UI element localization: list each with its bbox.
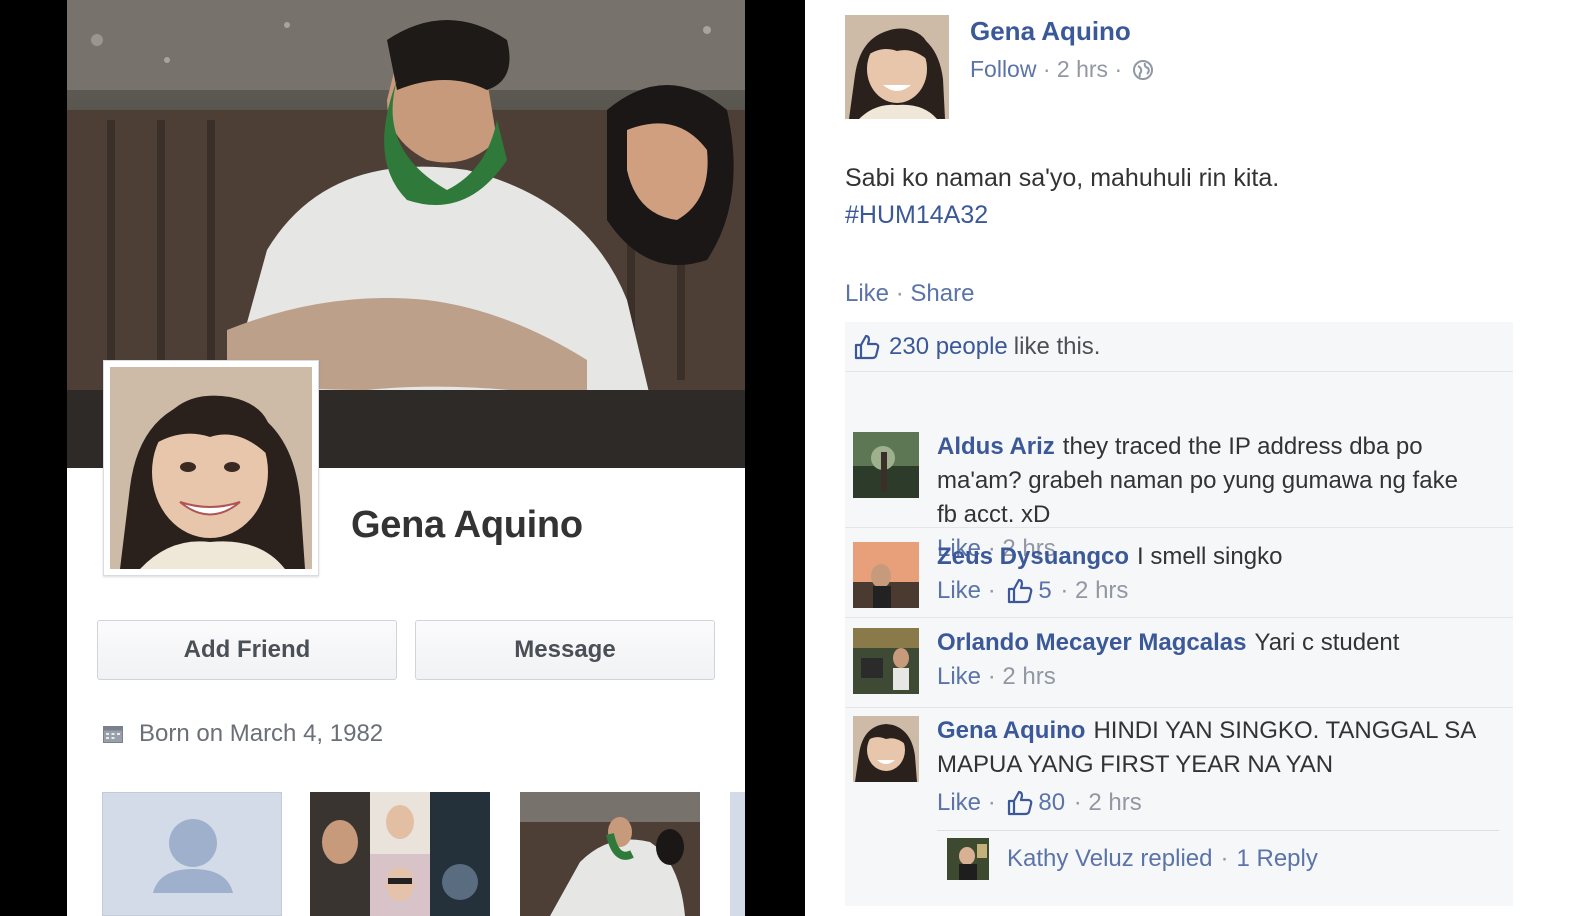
comment-text: I smell singko: [1137, 543, 1283, 570]
comment-timestamp[interactable]: 2 hrs: [1002, 660, 1055, 694]
post-actions: Like · Share: [845, 280, 974, 308]
photo-thumbnail-placeholder[interactable]: [102, 792, 282, 916]
footer-separator: ·: [1067, 789, 1089, 816]
comment-footer: Like · 80 · 2 hrs: [937, 786, 1483, 820]
footer-separator: ·: [981, 663, 1003, 690]
profile-picture[interactable]: [103, 360, 319, 576]
commenter-avatar[interactable]: [853, 542, 919, 608]
comment-footer: Like · 2 hrs: [937, 660, 1483, 694]
comment-like-link[interactable]: Like: [937, 574, 981, 608]
commenter-name[interactable]: Zeus Dysuangco: [937, 543, 1129, 570]
comment-like-link[interactable]: Like: [937, 786, 981, 820]
post-body: Sabi ko naman sa'yo, mahuhuli rin kita. …: [845, 160, 1279, 234]
comment-footer: Like · 5 · 2 hrs: [937, 574, 1483, 608]
comment-text: Yari c student: [1254, 629, 1400, 656]
thumbs-up-icon: [1008, 578, 1033, 604]
birthday-text: Born on March 4, 1982: [139, 720, 384, 747]
hashtag-link[interactable]: #HUM14A32: [845, 197, 1279, 234]
profile-name: Gena Aquino: [351, 504, 583, 546]
person-silhouette-icon: [153, 819, 233, 893]
birthday-info: Born on March 4, 1982: [103, 720, 383, 748]
commenter-avatar[interactable]: [853, 628, 919, 694]
globe-icon[interactable]: [1132, 59, 1154, 81]
comment-item: Gena Aquino HINDI YAN SINGKO. TANGGAL SA …: [845, 708, 1513, 906]
thumbs-up-icon: [1008, 790, 1033, 816]
post-timestamp[interactable]: 2 hrs: [1057, 56, 1108, 83]
photo-thumbnail-partial[interactable]: [730, 792, 745, 916]
thumbs-up-icon: [854, 334, 880, 359]
comment-timestamp[interactable]: 2 hrs: [1075, 574, 1128, 608]
likes-suffix: like this.: [1013, 332, 1101, 360]
footer-separator: ·: [981, 577, 1003, 604]
footer-separator: ·: [1053, 577, 1076, 604]
comment-item: Aldus Ariz they traced the IP address dba…: [845, 372, 1513, 562]
reply-count-link[interactable]: 1 Reply: [1236, 845, 1317, 873]
reply-separator: ·: [1220, 844, 1229, 872]
author-avatar[interactable]: [845, 15, 949, 119]
add-friend-button[interactable]: Add Friend: [97, 620, 397, 680]
share-link[interactable]: Share: [910, 280, 974, 307]
replied-text[interactable]: Kathy Veluz replied: [1007, 845, 1212, 873]
comment-item: Zeus Dysuangco I smell singko Like · 5 · …: [845, 528, 1513, 618]
likes-summary: 230 people like this.: [845, 322, 1513, 372]
comment-like-count[interactable]: 5: [1038, 574, 1051, 608]
comment-item: Orlando Mecayer Magcalas Yari c student L…: [845, 618, 1513, 708]
commenter-name[interactable]: Orlando Mecayer Magcalas: [937, 629, 1246, 656]
photo-thumbnail-cover[interactable]: [520, 792, 700, 916]
meta-separator: ·: [1108, 56, 1123, 82]
mobile-profile-panel: Gena Aquino Add Friend Message Born on M…: [67, 0, 745, 916]
follow-link[interactable]: Follow: [970, 56, 1036, 83]
comment-like-count[interactable]: 80: [1038, 786, 1065, 820]
facebook-post: Gena Aquino Follow · 2 hrs · Sabi ko nam…: [805, 0, 1575, 916]
commenter-name[interactable]: Aldus Ariz: [937, 433, 1055, 460]
like-link[interactable]: Like: [845, 280, 889, 307]
commenter-name[interactable]: Gena Aquino: [937, 717, 1085, 744]
commenter-avatar[interactable]: [853, 716, 919, 782]
comment-like-link[interactable]: Like: [937, 660, 981, 694]
replier-avatar[interactable]: [947, 837, 989, 880]
likes-count-link[interactable]: 230 people: [889, 333, 1008, 361]
calendar-icon: [103, 725, 123, 743]
post-meta: Follow · 2 hrs ·: [970, 56, 1154, 83]
meta-separator: ·: [1036, 56, 1057, 82]
post-author-name[interactable]: Gena Aquino: [970, 16, 1131, 47]
comments-section: 230 people like this. Aldus Ariz they tra…: [845, 322, 1513, 906]
post-text: Sabi ko naman sa'yo, mahuhuli rin kita.: [845, 164, 1280, 192]
replies-row[interactable]: Kathy Veluz replied · 1 Reply: [937, 830, 1499, 886]
footer-separator: ·: [981, 789, 1003, 816]
comment-timestamp[interactable]: 2 hrs: [1088, 786, 1141, 820]
black-border-left: [0, 0, 67, 916]
message-button[interactable]: Message: [415, 620, 715, 680]
commenter-avatar[interactable]: [853, 432, 919, 498]
action-separator: ·: [895, 280, 911, 307]
black-border-right: [745, 0, 805, 916]
photo-thumbnail-collage[interactable]: [310, 792, 490, 916]
